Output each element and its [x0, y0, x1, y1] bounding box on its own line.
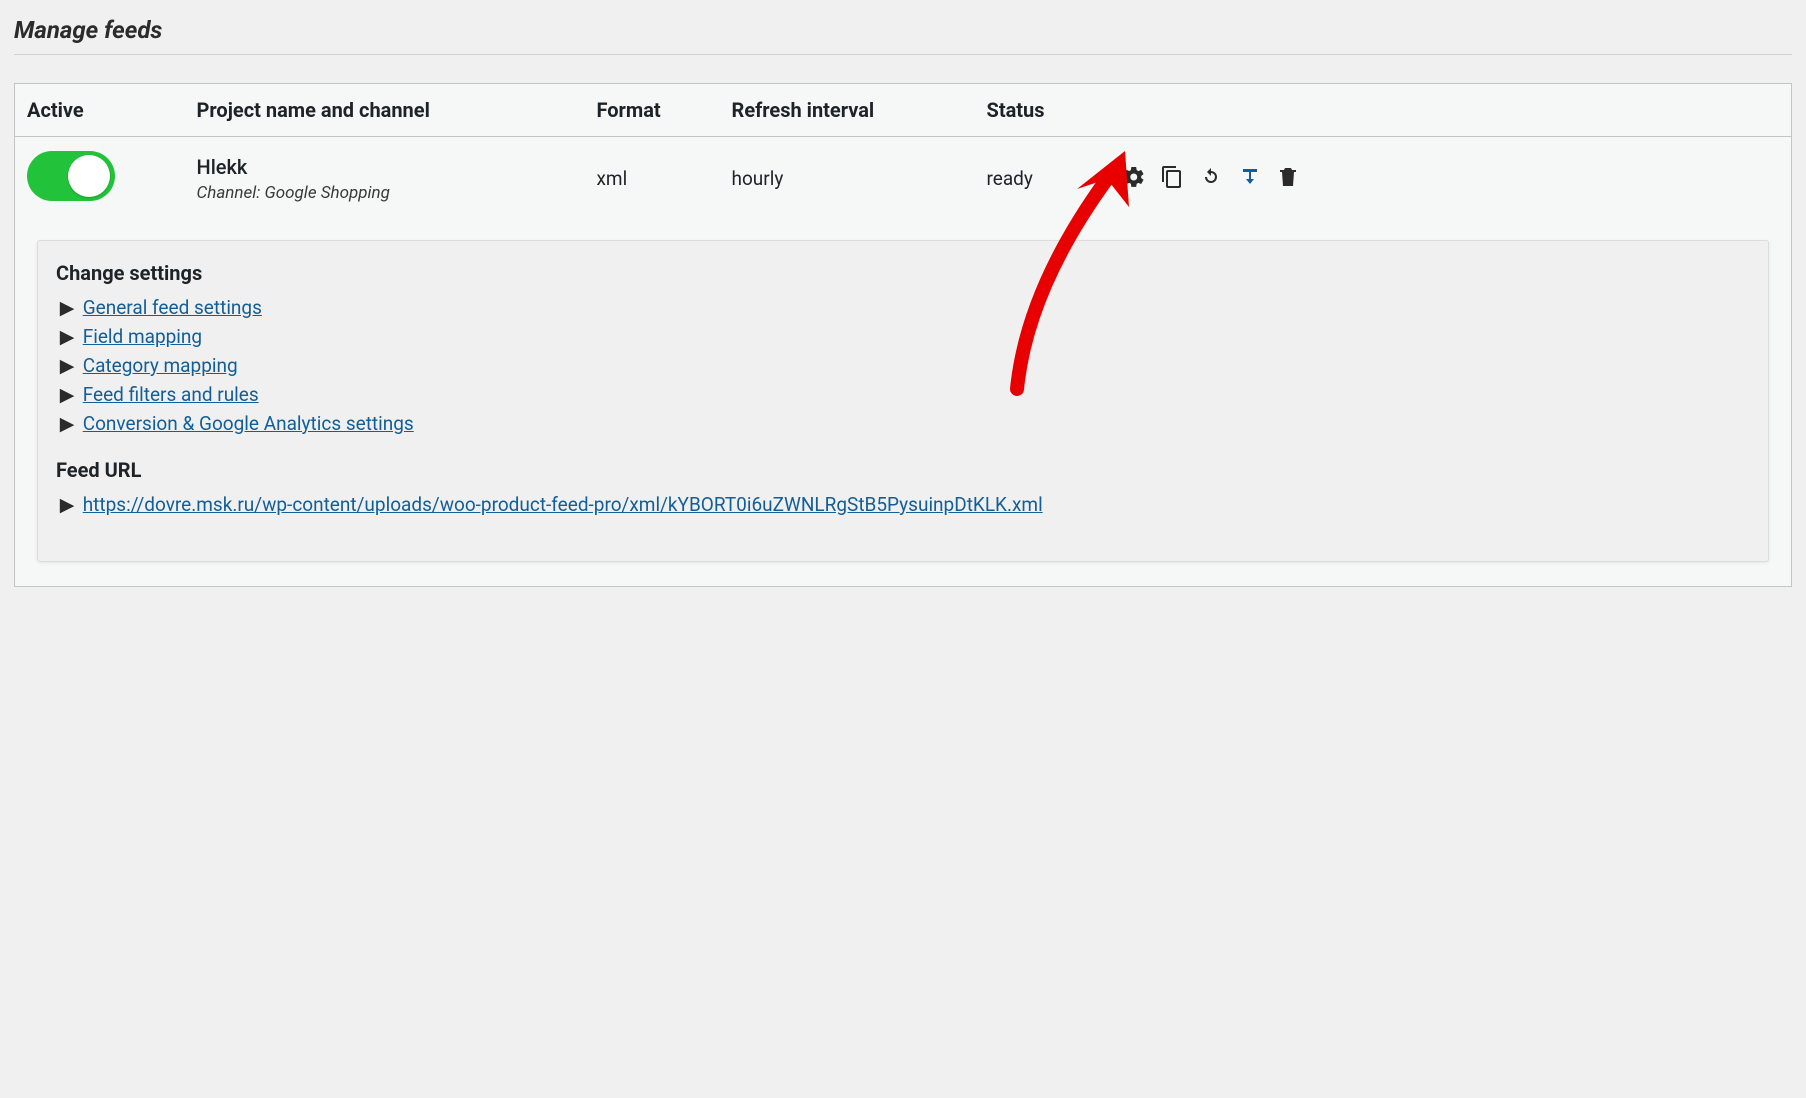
link-feed-filters-rules[interactable]: Feed filters and rules: [83, 383, 259, 406]
settings-item: ▶ Field mapping: [56, 322, 1750, 351]
active-toggle[interactable]: [27, 151, 115, 201]
triangle-right-icon: ▶: [56, 296, 78, 319]
page-title: Manage feeds: [14, 10, 1792, 55]
settings-item: ▶ Feed filters and rules: [56, 380, 1750, 409]
link-field-mapping[interactable]: Field mapping: [83, 325, 202, 348]
col-header-format: Format: [585, 84, 720, 137]
link-category-mapping[interactable]: Category mapping: [83, 354, 238, 377]
feed-url-link[interactable]: https://dovre.msk.ru/wp-content/uploads/…: [83, 493, 1043, 516]
feed-status: ready: [975, 137, 1105, 221]
copy-icon[interactable]: [1158, 163, 1186, 191]
triangle-right-icon: ▶: [56, 493, 78, 516]
col-header-actions: [1105, 84, 1792, 137]
col-header-active: Active: [15, 84, 185, 137]
download-icon[interactable]: [1236, 163, 1264, 191]
triangle-right-icon: ▶: [56, 354, 78, 377]
feed-name: Hlekk: [197, 155, 573, 179]
feed-url-item: ▶ https://dovre.msk.ru/wp-content/upload…: [56, 490, 1750, 519]
settings-item: ▶ Conversion & Google Analytics settings: [56, 409, 1750, 438]
refresh-icon[interactable]: [1197, 163, 1225, 191]
trash-icon[interactable]: [1274, 163, 1302, 191]
link-conversion-analytics[interactable]: Conversion & Google Analytics settings: [83, 412, 414, 435]
gear-icon[interactable]: [1120, 163, 1148, 191]
triangle-right-icon: ▶: [56, 412, 78, 435]
triangle-right-icon: ▶: [56, 325, 78, 348]
feed-channel: Channel: Google Shopping: [197, 183, 573, 203]
feed-refresh: hourly: [720, 137, 975, 221]
feed-row: Hlekk Channel: Google Shopping xml hourl…: [15, 137, 1792, 221]
col-header-status: Status: [975, 84, 1105, 137]
settings-panel: Change settings ▶ General feed settings …: [37, 240, 1769, 562]
link-general-feed-settings[interactable]: General feed settings: [83, 296, 262, 319]
settings-heading: Change settings: [56, 261, 1750, 285]
toggle-knob: [68, 155, 110, 197]
feed-url-heading: Feed URL: [56, 458, 1750, 482]
feed-format: xml: [585, 137, 720, 221]
settings-item: ▶ Category mapping: [56, 351, 1750, 380]
col-header-project: Project name and channel: [185, 84, 585, 137]
settings-item: ▶ General feed settings: [56, 293, 1750, 322]
feeds-table: Active Project name and channel Format R…: [14, 83, 1792, 587]
triangle-right-icon: ▶: [56, 383, 78, 406]
col-header-refresh: Refresh interval: [720, 84, 975, 137]
